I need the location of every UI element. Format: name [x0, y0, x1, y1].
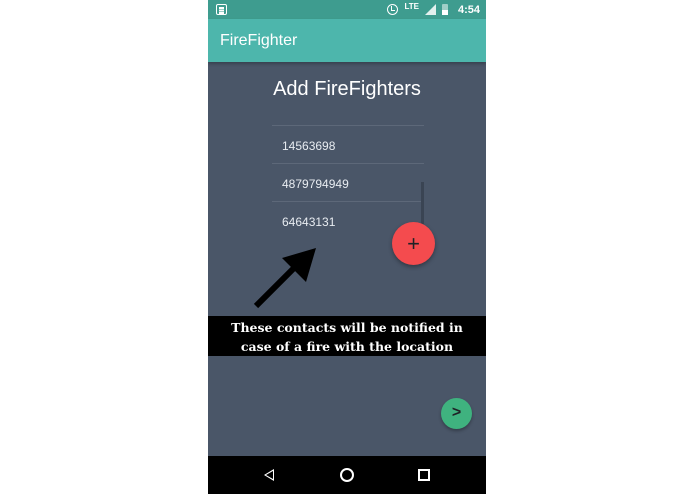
- sync-icon: [387, 4, 399, 15]
- phone-screen: LTE 4:54 FireFighter Add FireFighters 14…: [208, 0, 486, 494]
- app-bar: FireFighter: [208, 19, 486, 62]
- navigation-bar: [208, 456, 486, 494]
- add-contact-button[interactable]: +: [392, 222, 435, 265]
- app-title: FireFighter: [220, 32, 298, 49]
- contact-list[interactable]: 14563698 4879794949 64643131: [272, 125, 424, 239]
- contact-item[interactable]: 14563698: [272, 125, 424, 163]
- next-button[interactable]: >: [441, 398, 472, 429]
- contact-item[interactable]: 4879794949: [272, 163, 424, 201]
- screen-title: Add FireFighters: [273, 78, 421, 100]
- caption-line-1: These contacts will be notified in: [231, 320, 463, 335]
- recent-apps-icon[interactable]: [418, 469, 430, 481]
- battery-icon: [441, 4, 448, 15]
- clock: 4:54: [457, 3, 480, 16]
- arrow-pointer-icon: [253, 248, 316, 309]
- signal-icon: [424, 4, 436, 15]
- home-icon[interactable]: [340, 468, 354, 482]
- notification-icon: [216, 4, 227, 15]
- caption-line-2: case of a fire with the location: [240, 339, 454, 354]
- status-bar: LTE 4:54: [208, 0, 486, 19]
- annotation-caption: These contacts will be notified in case …: [208, 316, 486, 356]
- status-indicators: LTE 4:54: [387, 0, 480, 19]
- back-icon[interactable]: [264, 469, 274, 481]
- network-type: LTE: [404, 2, 419, 11]
- list-scrollbar[interactable]: [421, 182, 424, 224]
